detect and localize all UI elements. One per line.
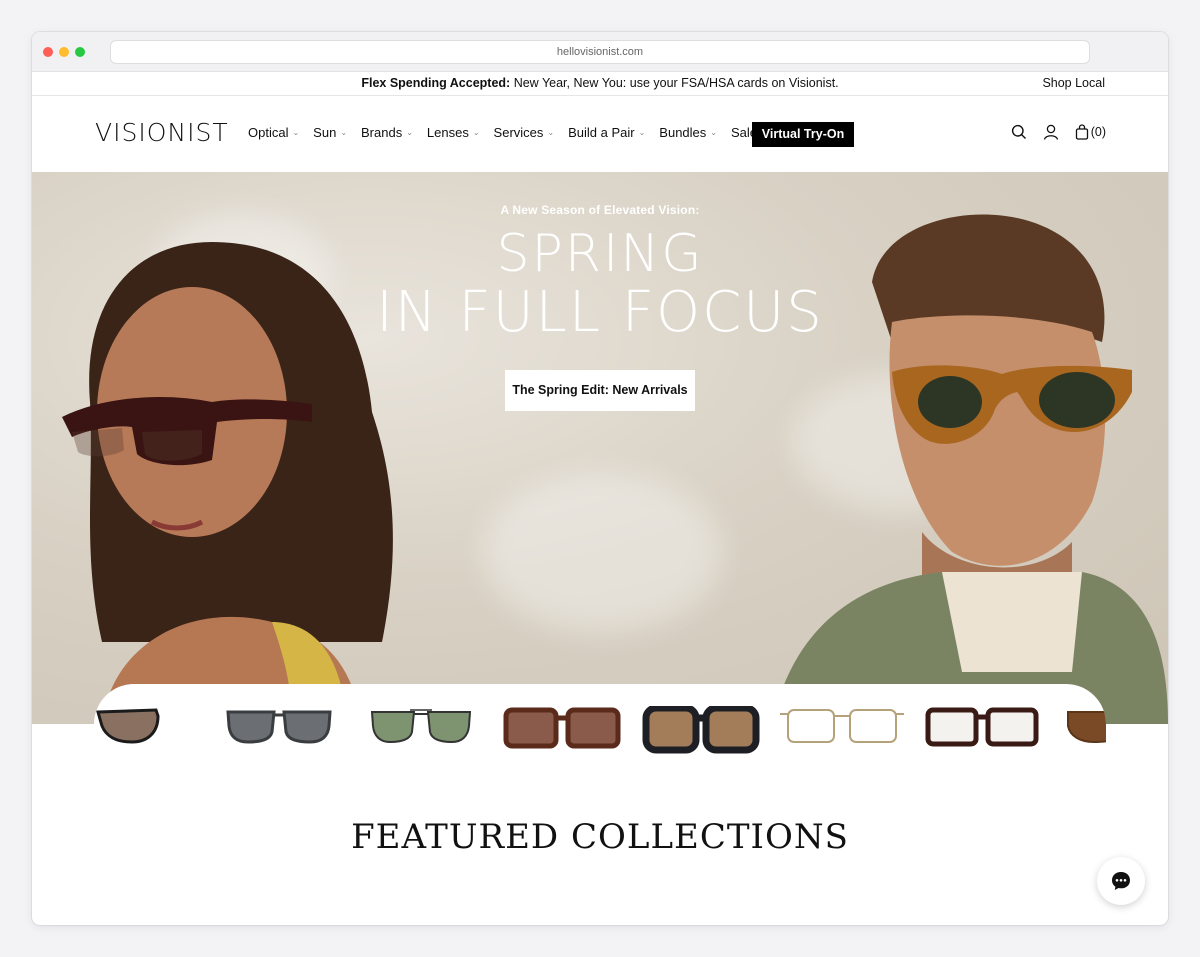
nav-item-sun[interactable]: Sun ⌄ [313, 125, 361, 140]
cat-eye-sunglasses-product[interactable] [94, 706, 164, 746]
aviator-sunglasses-product[interactable] [366, 706, 476, 746]
virtual-try-on-button[interactable]: Virtual Try-On [752, 122, 854, 147]
frames-carousel [94, 684, 1106, 764]
featured-collections-heading: FEATURED COLLECTIONS [351, 817, 849, 857]
nav-item-bundles[interactable]: Bundles ⌄ [659, 125, 731, 140]
nav-item-optical[interactable]: Optical ⌄ [248, 125, 313, 140]
account-icon[interactable] [1043, 124, 1059, 140]
shop-local-link[interactable]: Shop Local [1042, 72, 1105, 94]
nav-item-label: Bundles [659, 125, 707, 140]
gold-wire-eyeglasses-product[interactable] [780, 706, 904, 746]
announcement-text: New Year, New You: use your FSA/HSA card… [510, 76, 839, 90]
site-logo[interactable]: VISIONIST [95, 118, 229, 147]
chevron-down-icon: ⌄ [292, 128, 300, 137]
minimize-window-button[interactable] [59, 47, 69, 57]
chevron-down-icon: ⌄ [340, 128, 348, 137]
nav-menu: Optical ⌄ Sun ⌄ Brands ⌄ Lenses ⌄ Services ⌄ … [248, 125, 757, 140]
hero-headline-line1: SPRING [496, 224, 704, 284]
cart-count: (0) [1090, 125, 1106, 139]
nav-item-lenses[interactable]: Lenses ⌄ [427, 125, 494, 140]
grey-wayfarer-sunglasses-product[interactable] [224, 706, 334, 746]
main-nav: VISIONIST Optical ⌄ Sun ⌄ Brands ⌄ Lenses ⌄ … [32, 96, 1168, 172]
chat-button[interactable] [1097, 857, 1145, 905]
brown-partial-sunglasses-product[interactable] [1062, 706, 1106, 746]
tortoise-eyeglasses-product[interactable] [924, 706, 1040, 748]
chevron-down-icon: ⌄ [406, 128, 413, 137]
hero-eyebrow: A New Season of Elevated Vision: [500, 203, 700, 217]
nav-item-build-a-pair[interactable]: Build a Pair ⌄ [568, 125, 659, 140]
nav-item-label: Sun [313, 125, 337, 140]
browser-chrome: hellovisionist.com [32, 32, 1168, 72]
maximize-window-button[interactable] [75, 47, 85, 57]
cart-button[interactable]: (0) [1075, 124, 1106, 140]
chevron-down-icon: ⌄ [472, 128, 480, 137]
chat-icon [1112, 872, 1130, 890]
close-window-button[interactable] [43, 47, 53, 57]
nav-item-label: Optical [248, 125, 289, 140]
announcement-bold: Flex Spending Accepted: [361, 76, 511, 90]
chevron-down-icon: ⌄ [638, 128, 646, 137]
chevron-down-icon: ⌄ [547, 128, 555, 137]
nav-item-label: Services [493, 125, 544, 140]
nav-item-label: Lenses [426, 125, 469, 140]
black-oversized-sunglasses-product[interactable] [642, 706, 760, 754]
nav-item-services[interactable]: Services ⌄ [494, 125, 569, 140]
shopping-bag-icon [1075, 124, 1088, 140]
hero-headline-line2: IN FULL FOCUS [376, 280, 824, 345]
browser-window: hellovisionist.com Flex Spending Accepte… [32, 32, 1168, 925]
search-icon[interactable] [1011, 124, 1027, 140]
nav-item-brands[interactable]: Brands ⌄ [361, 125, 427, 140]
spring-edit-button[interactable]: The Spring Edit: New Arrivals [505, 370, 695, 411]
announcement-bar: Flex Spending Accepted: New Year, New Yo… [32, 72, 1168, 96]
nav-actions: (0) [1011, 124, 1106, 140]
address-bar[interactable]: hellovisionist.com [110, 40, 1090, 64]
hero-banner: A New Season of Elevated Vision: SPRING … [32, 172, 1168, 724]
tortoise-square-sunglasses-product[interactable] [502, 706, 622, 750]
announcement-message: Flex Spending Accepted: New Year, New Yo… [32, 72, 1168, 94]
nav-item-label: Build a Pair [568, 125, 635, 140]
nav-item-label: Brands [361, 125, 403, 140]
light-pattern [482, 472, 722, 632]
chevron-down-icon: ⌄ [710, 128, 717, 137]
